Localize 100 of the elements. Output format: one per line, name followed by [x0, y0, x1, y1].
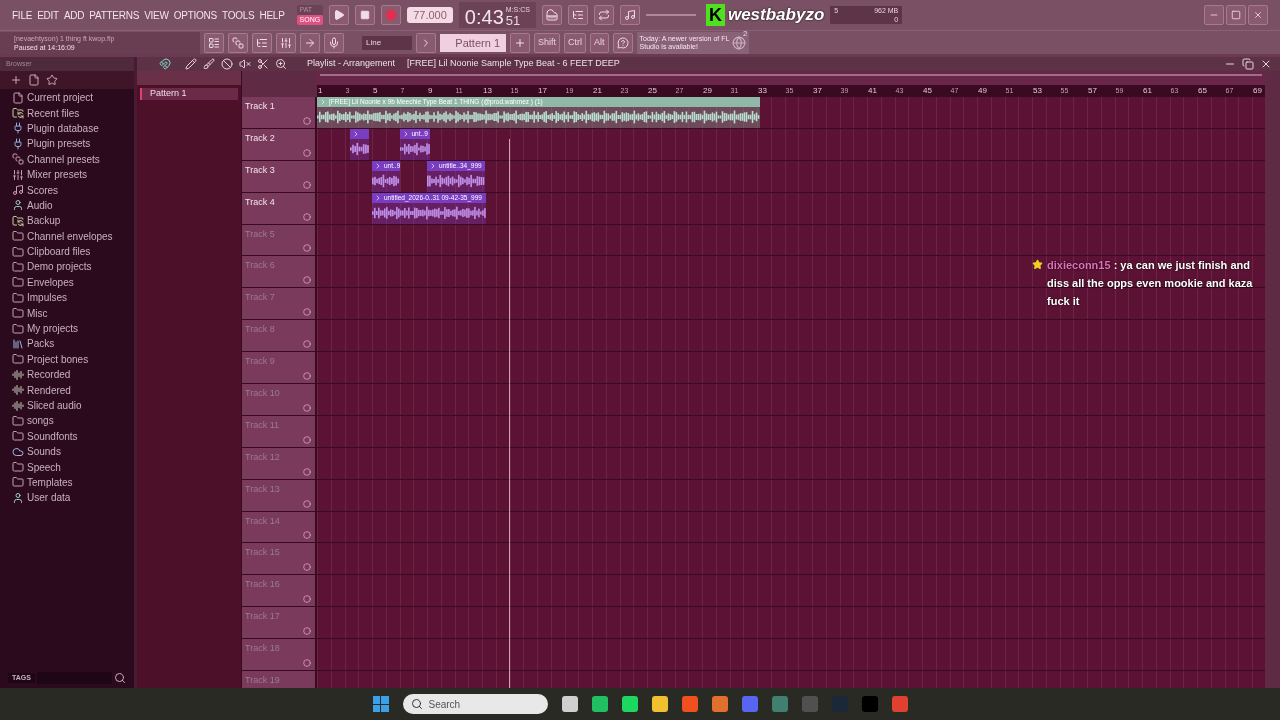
app-icon[interactable] — [561, 696, 578, 712]
app-icon[interactable] — [651, 696, 668, 712]
snap-selector[interactable]: Line — [362, 35, 412, 50]
browser-item[interactable]: Envelopes — [12, 274, 122, 291]
track-header[interactable]: Track 3 — [242, 160, 317, 192]
browser-item[interactable]: Recent files — [12, 105, 122, 121]
browser-item[interactable]: Misc — [12, 305, 122, 321]
browser-item[interactable]: Scores — [12, 182, 122, 198]
record-arm-icon[interactable] — [303, 372, 311, 380]
record-arm-icon[interactable] — [303, 595, 311, 604]
record-arm-icon[interactable] — [303, 435, 311, 444]
browser-item[interactable]: Clipboard files — [12, 243, 122, 260]
browser-item[interactable]: Plugin presets — [12, 136, 122, 152]
browser-item[interactable]: My projects — [12, 320, 122, 337]
browser-item[interactable]: Sounds — [12, 444, 122, 460]
browser-item[interactable]: Soundfonts — [12, 428, 122, 444]
channel-rack-button[interactable] — [228, 32, 248, 53]
menu-item[interactable]: TOOLS — [221, 7, 255, 23]
metronome-button[interactable] — [619, 5, 640, 25]
browser-item[interactable]: Templates — [12, 474, 122, 491]
scissors-icon[interactable] — [257, 58, 269, 70]
record-button[interactable] — [381, 5, 402, 25]
mic-button[interactable] — [324, 32, 344, 53]
add-pattern-button[interactable] — [510, 32, 530, 53]
menu-item[interactable]: ADD — [63, 7, 85, 23]
brush-icon[interactable] — [203, 58, 215, 70]
file-icon[interactable] — [28, 74, 40, 86]
scroll-bar[interactable] — [320, 74, 1262, 76]
record-arm-icon[interactable] — [303, 244, 311, 253]
record-arm-icon[interactable] — [303, 531, 311, 540]
browser-item[interactable]: Current project — [12, 90, 122, 106]
record-arm-icon[interactable] — [303, 148, 311, 157]
pattern-item[interactable]: Pattern 1 — [140, 88, 238, 100]
record-arm-icon[interactable] — [303, 180, 311, 189]
piano-roll-button[interactable] — [252, 32, 272, 53]
browser-item[interactable]: Mixer presets — [12, 166, 122, 183]
record-arm-icon[interactable] — [303, 116, 311, 125]
record-arm-icon[interactable] — [303, 627, 311, 636]
record-arm-icon[interactable] — [303, 659, 311, 668]
browser-item[interactable]: Channel presets — [12, 151, 122, 167]
browser-item[interactable]: Sliced audio — [12, 397, 122, 414]
menu-item[interactable]: EDIT — [37, 7, 59, 23]
loop-button[interactable] — [593, 5, 614, 25]
magnet-icon[interactable] — [159, 58, 171, 70]
track-header[interactable]: Track 2 — [242, 128, 317, 160]
search-field[interactable]: Search — [402, 694, 548, 714]
record-arm-icon[interactable] — [303, 499, 311, 508]
stop-button[interactable] — [355, 5, 376, 25]
pattern-arrow-button[interactable] — [416, 32, 436, 53]
search-icon[interactable] — [114, 672, 126, 684]
browser-item[interactable]: Backup — [12, 213, 122, 229]
audio-clip[interactable] — [350, 128, 370, 160]
help-button[interactable] — [612, 32, 633, 53]
modifier-key[interactable]: Alt — [590, 32, 609, 53]
delete-icon[interactable] — [221, 58, 233, 70]
app-icon[interactable] — [591, 696, 608, 712]
menu-item[interactable]: VIEW — [144, 7, 169, 23]
browser-item[interactable]: Project bones — [12, 351, 122, 368]
mixer-button[interactable] — [276, 32, 296, 53]
menu-item[interactable]: HELP — [259, 7, 285, 23]
record-arm-icon[interactable] — [303, 212, 311, 221]
piano-button[interactable] — [541, 5, 562, 25]
playlist-button[interactable] — [204, 32, 224, 53]
browser-item[interactable]: Recorded — [12, 367, 122, 383]
arrow-button[interactable] — [300, 32, 320, 53]
track-header[interactable]: Track 4 — [242, 192, 317, 224]
browser-item[interactable]: User data — [12, 490, 122, 506]
browser-item[interactable]: Speech — [12, 459, 122, 475]
record-arm-icon[interactable] — [303, 276, 311, 285]
modifier-key[interactable]: Ctrl — [564, 32, 586, 53]
record-arm-icon[interactable] — [303, 340, 311, 349]
vertical-scroll-bar[interactable] — [1265, 71, 1280, 688]
app-icon[interactable] — [681, 696, 698, 712]
browser-item[interactable]: Plugin database — [12, 120, 122, 137]
browser-item[interactable]: Demo projects — [12, 259, 122, 275]
zoom-icon[interactable] — [275, 58, 287, 70]
windows-start-icon[interactable] — [372, 696, 389, 712]
browser-item[interactable]: Packs — [12, 336, 122, 352]
close-icon[interactable] — [1260, 58, 1272, 70]
minimize-button[interactable] — [1204, 5, 1224, 25]
browser-item[interactable]: Impulses — [12, 290, 122, 306]
browser-item[interactable]: Rendered — [12, 382, 122, 398]
record-arm-icon[interactable] — [303, 403, 311, 412]
menu-item[interactable]: FILE — [12, 7, 33, 23]
app-icon[interactable] — [711, 696, 728, 712]
record-arm-icon[interactable] — [303, 563, 311, 572]
record-arm-icon[interactable] — [303, 308, 311, 317]
browser-item[interactable]: Channel envelopes — [12, 228, 122, 244]
mute-icon[interactable] — [239, 58, 251, 70]
pencil-icon[interactable] — [185, 58, 197, 70]
tempo-display[interactable]: 77.000 — [407, 7, 453, 23]
menu-item[interactable]: OPTIONS — [173, 7, 217, 23]
modifier-key[interactable]: Shift — [534, 32, 560, 53]
browser-item[interactable]: Audio — [12, 197, 122, 214]
step-button[interactable] — [567, 5, 588, 25]
maximize-button[interactable] — [1226, 5, 1246, 25]
menu-item[interactable]: PATTERNS — [89, 7, 140, 23]
close-button[interactable] — [1248, 5, 1268, 25]
browser-item[interactable]: songs — [12, 413, 122, 429]
star-icon[interactable] — [46, 74, 58, 86]
